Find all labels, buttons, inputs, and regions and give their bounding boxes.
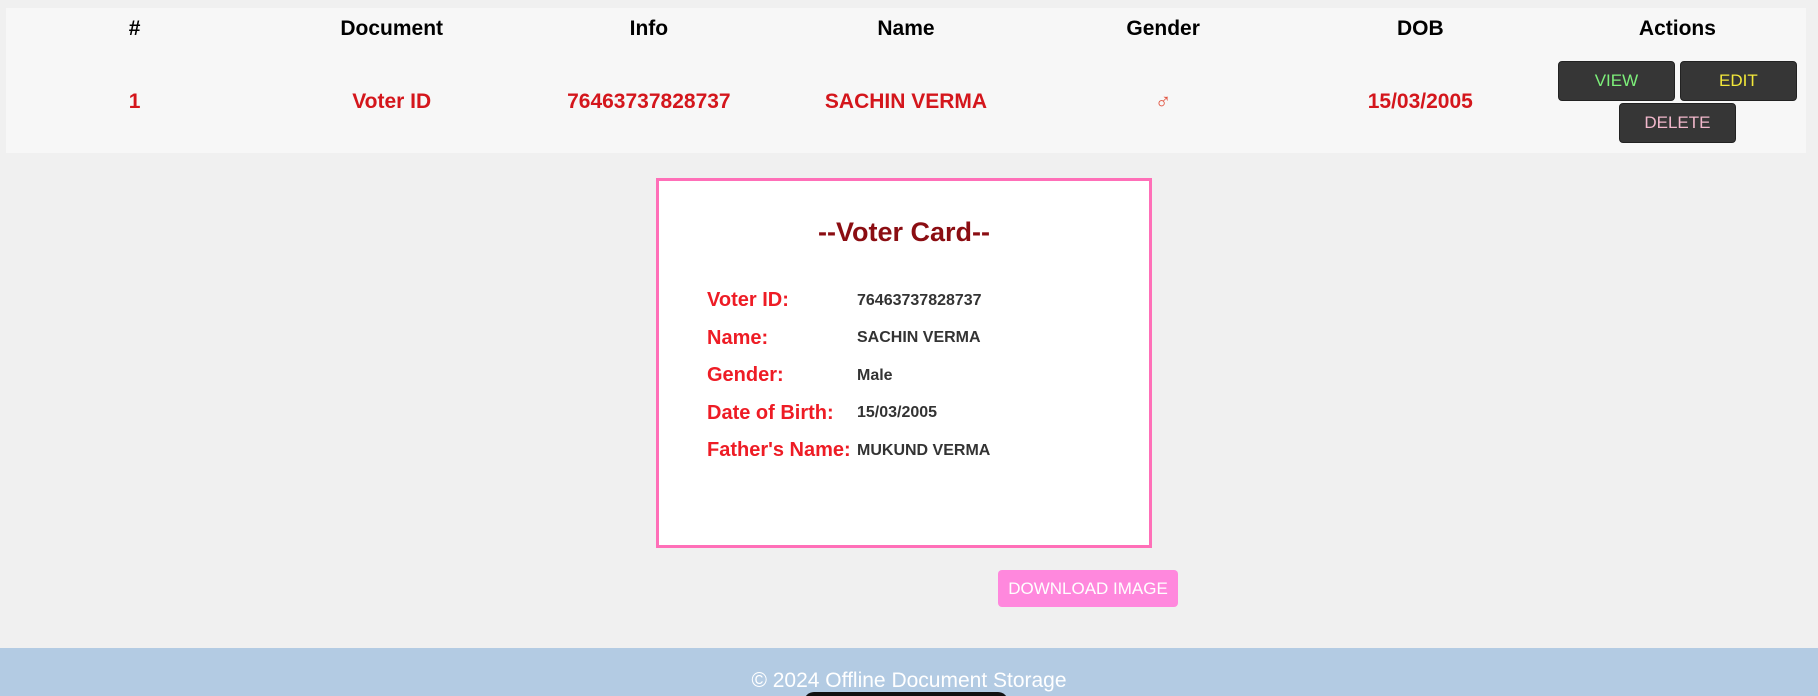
footer-copyright: © 2024 Offline Document Storage <box>751 669 1067 692</box>
column-header-name: Name <box>877 17 935 40</box>
voter-card-title: --Voter Card-- <box>818 217 990 247</box>
column-header-info: Info <box>629 17 669 40</box>
row-index: 1 <box>128 89 141 113</box>
documents-table-container: # Document Info Name Gender DOB Actions … <box>6 8 1806 153</box>
row-info: 76463737828737 <box>567 89 731 113</box>
name-value: SACHIN VERMA <box>857 329 981 347</box>
voter-card-fields: Voter ID: 76463737828737 Name: SACHIN VE… <box>707 282 990 470</box>
voter-card-row: Date of Birth: 15/03/2005 <box>707 395 990 433</box>
name-label: Name: <box>707 326 769 349</box>
row-action-buttons: VIEW EDIT DELETE <box>1557 60 1797 143</box>
voter-id-label: Voter ID: <box>707 289 789 312</box>
column-header-actions: Actions <box>1638 17 1716 40</box>
table-row: 1 Voter ID 76463737828737 SACHIN VERMA ♂… <box>6 50 1806 153</box>
dob-value: 15/03/2005 <box>857 404 938 422</box>
voter-card-row: Gender: Male <box>707 357 990 395</box>
male-icon: ♂ <box>1154 88 1172 114</box>
column-header-index: # <box>128 17 141 40</box>
footer-pill-element <box>804 692 1008 696</box>
delete-button[interactable]: DELETE <box>1618 102 1736 143</box>
edit-button[interactable]: EDIT <box>1679 60 1797 101</box>
row-actions: VIEW EDIT DELETE <box>1549 50 1806 153</box>
voter-id-value: 76463737828737 <box>857 291 982 309</box>
footer: © 2024 Offline Document Storage <box>0 648 1818 696</box>
voter-card-row: Name: SACHIN VERMA <box>707 320 990 358</box>
father-name-value: MUKUND VERMA <box>857 441 991 459</box>
download-image-button[interactable]: DOWNLOAD IMAGE <box>998 570 1178 607</box>
column-header-dob: DOB <box>1396 17 1444 40</box>
row-name: SACHIN VERMA <box>824 89 988 113</box>
gender-value: Male <box>857 366 893 384</box>
table-header-row: # Document Info Name Gender DOB Actions <box>6 8 1806 50</box>
father-name-label: Father's Name: <box>707 439 851 462</box>
column-header-gender: Gender <box>1126 17 1200 40</box>
row-document: Voter ID <box>352 89 432 113</box>
voter-card-row: Voter ID: 76463737828737 <box>707 282 990 320</box>
view-button[interactable]: VIEW <box>1557 60 1675 101</box>
dob-label: Date of Birth: <box>707 401 834 424</box>
column-header-document: Document <box>340 17 444 40</box>
gender-label: Gender: <box>707 364 784 387</box>
voter-card-row: Father's Name: MUKUND VERMA <box>707 432 990 470</box>
voter-card: --Voter Card-- Voter ID: 76463737828737 … <box>656 178 1152 548</box>
row-dob: 15/03/2005 <box>1367 89 1473 113</box>
documents-table: # Document Info Name Gender DOB Actions … <box>6 8 1806 153</box>
